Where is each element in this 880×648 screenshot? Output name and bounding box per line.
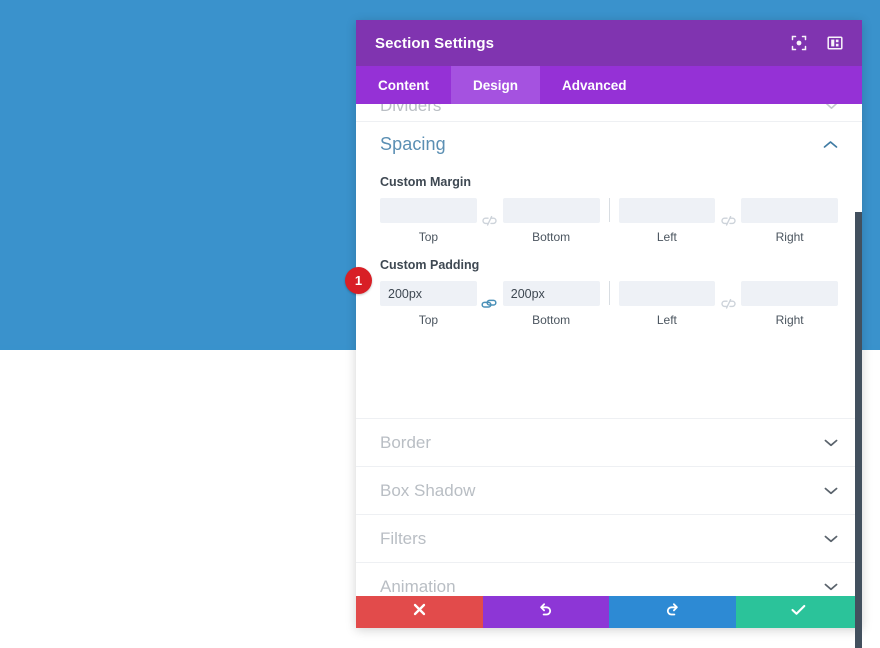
margin-top-input[interactable]	[380, 198, 477, 223]
padding-divider	[608, 281, 610, 305]
section-border[interactable]: Border	[356, 419, 862, 467]
redo-button[interactable]	[609, 596, 736, 628]
tab-advanced[interactable]: Advanced	[540, 66, 649, 104]
section-border-title: Border	[380, 432, 432, 452]
redo-arrow-icon	[665, 602, 680, 622]
padding-left-right-pair: Left Right	[618, 281, 838, 327]
tab-content[interactable]: Content	[356, 66, 451, 104]
section-filters[interactable]: Filters	[356, 515, 862, 563]
chevron-down-icon	[825, 104, 838, 115]
margin-link-left-right-icon[interactable]	[715, 209, 741, 234]
custom-padding-fields: Top Bottom	[380, 281, 838, 327]
modal-header: Section Settings	[356, 20, 862, 66]
margin-left-label: Left	[656, 230, 677, 244]
chevron-down-icon[interactable]	[824, 434, 838, 452]
section-settings-modal: Section Settings Content Design Advanced…	[356, 20, 862, 628]
tab-design[interactable]: Design	[451, 66, 541, 104]
save-button[interactable]	[735, 596, 862, 628]
margin-divider	[608, 198, 610, 222]
cancel-button[interactable]	[356, 596, 483, 628]
close-x-icon	[413, 603, 426, 621]
padding-left-input[interactable]	[618, 281, 716, 306]
margin-top-cell: Top	[380, 198, 477, 244]
section-spacing: Spacing Custom Margin Top Bottom Left Ri…	[356, 122, 862, 327]
padding-left-cell: Left	[618, 281, 716, 327]
padding-right-cell: Right	[741, 281, 838, 327]
padding-top-input[interactable]	[380, 281, 477, 306]
padding-top-cell: Top	[380, 281, 477, 327]
custom-padding-label: Custom Padding	[380, 258, 480, 272]
margin-bottom-cell: Bottom	[502, 198, 600, 244]
section-animation[interactable]: Animation	[356, 563, 862, 596]
padding-top-bottom-pair: Top Bottom	[380, 281, 600, 327]
margin-bottom-label: Bottom	[532, 230, 571, 244]
padding-link-left-right-icon[interactable]	[715, 292, 741, 317]
page-title: Section Settings	[375, 34, 495, 52]
margin-right-input[interactable]	[741, 198, 838, 223]
padding-left-label: Left	[656, 313, 677, 327]
section-spacing-title: Spacing	[380, 134, 446, 154]
undo-button[interactable]	[482, 596, 609, 628]
step-badge-1: 1	[345, 267, 372, 294]
padding-right-input[interactable]	[741, 281, 838, 306]
section-filters-title: Filters	[380, 528, 427, 548]
margin-right-cell: Right	[741, 198, 838, 244]
padding-right-label: Right	[775, 313, 804, 327]
modal-footer	[356, 596, 862, 628]
margin-left-input[interactable]	[618, 198, 716, 223]
header-actions	[790, 34, 844, 52]
chevron-down-icon[interactable]	[824, 578, 838, 596]
undo-arrow-icon	[538, 602, 553, 622]
scrollbar-thumb[interactable]	[855, 212, 862, 648]
margin-top-bottom-pair: Top Bottom	[380, 198, 600, 244]
section-box-shadow[interactable]: Box Shadow	[356, 467, 862, 515]
chevron-down-icon[interactable]	[824, 482, 838, 500]
chevron-up-icon[interactable]	[823, 136, 838, 154]
collapsed-sections-list: Border Box Shadow Filters Animation	[356, 418, 862, 596]
tab-bar: Content Design Advanced	[356, 66, 862, 104]
padding-bottom-input[interactable]	[502, 281, 600, 306]
fullscreen-icon[interactable]	[790, 34, 808, 52]
padding-link-top-bottom-icon[interactable]	[477, 292, 503, 317]
section-animation-title: Animation	[380, 576, 456, 596]
custom-margin-group: Custom Margin Top Bottom Left Right	[380, 175, 838, 244]
margin-link-top-bottom-icon[interactable]	[477, 209, 503, 234]
margin-left-cell: Left	[618, 198, 716, 244]
margin-top-label: Top	[418, 230, 439, 244]
padding-top-label: Top	[418, 313, 439, 327]
section-box-shadow-title: Box Shadow	[380, 480, 476, 500]
custom-margin-fields: Top Bottom Left Right	[380, 198, 838, 244]
padding-bottom-cell: Bottom	[502, 281, 600, 327]
padding-bottom-label: Bottom	[532, 313, 571, 327]
chevron-down-icon[interactable]	[824, 530, 838, 548]
settings-scroll-area[interactable]: Dividers Spacing Custom Margin Top Botto…	[356, 104, 862, 596]
section-dividers-title: Dividers	[380, 104, 442, 115]
margin-right-label: Right	[775, 230, 804, 244]
layout-toggle-icon[interactable]	[826, 34, 844, 52]
custom-padding-group: Custom Padding Top	[380, 258, 838, 327]
section-spacing-header[interactable]: Spacing	[380, 122, 838, 161]
screenshot-root: Section Settings Content Design Advanced…	[0, 0, 880, 648]
checkmark-icon	[791, 603, 806, 621]
custom-margin-label: Custom Margin	[380, 175, 471, 189]
section-dividers[interactable]: Dividers	[356, 104, 862, 122]
margin-left-right-pair: Left Right	[618, 198, 838, 244]
margin-bottom-input[interactable]	[502, 198, 600, 223]
